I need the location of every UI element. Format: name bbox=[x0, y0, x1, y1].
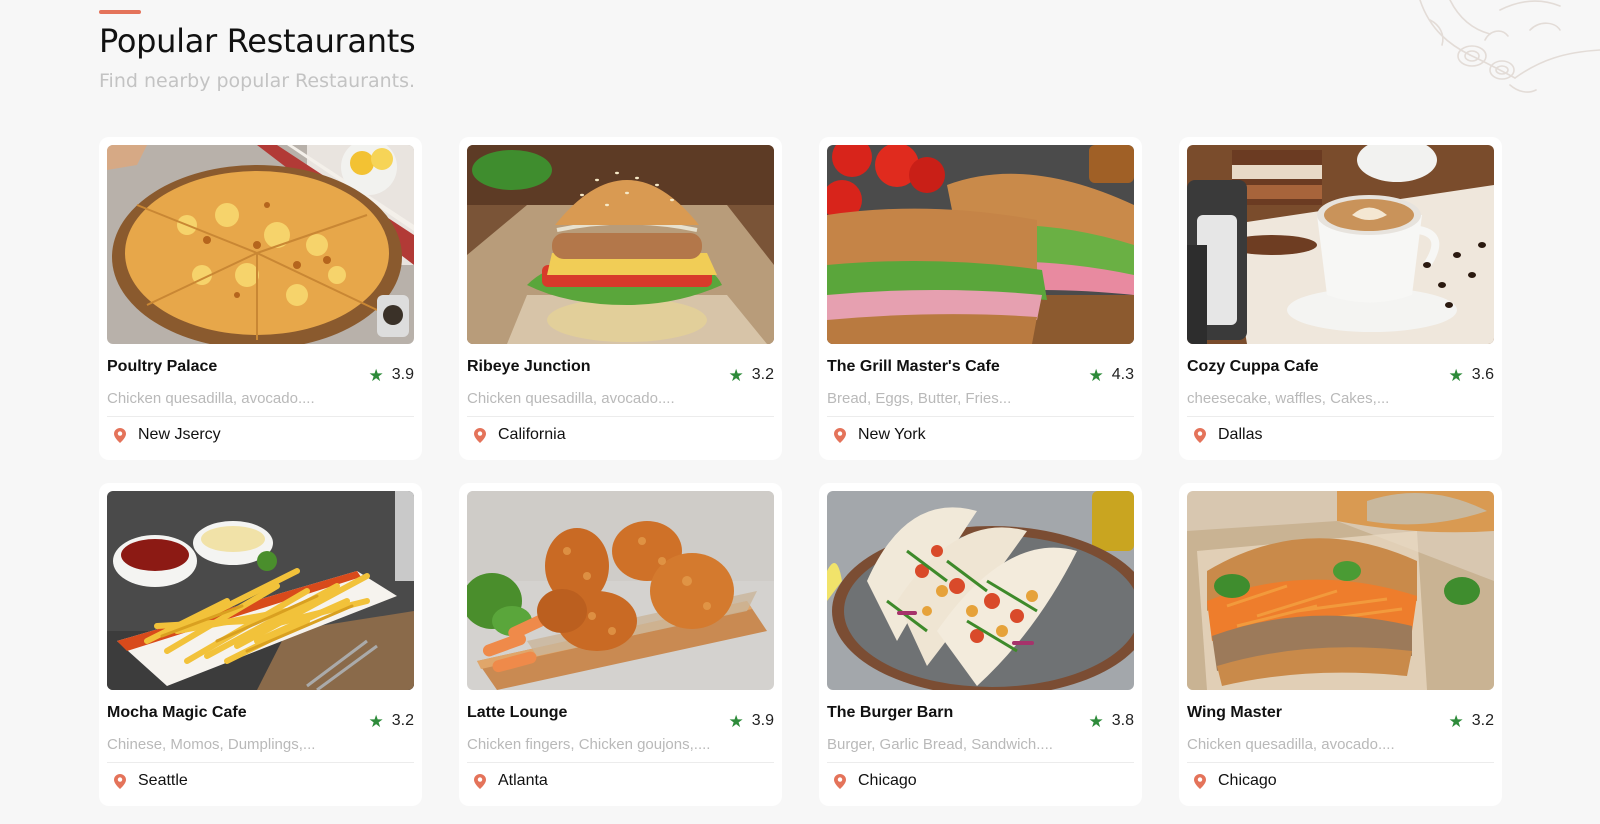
rating: ★ 3.2 bbox=[729, 366, 775, 384]
restaurant-card[interactable]: Ribeye Junction ★ 3.2 Chicken quesadilla… bbox=[459, 137, 782, 460]
location-pin-icon bbox=[474, 427, 486, 443]
cuisine-tags: Chicken quesadilla, avocado.... bbox=[107, 390, 315, 407]
page-subtitle: Find nearby popular Restaurants. bbox=[99, 70, 416, 92]
location: Atlanta bbox=[467, 772, 774, 790]
restaurant-name[interactable]: The Burger Barn bbox=[827, 704, 953, 722]
rating: ★ 3.8 bbox=[1089, 712, 1135, 730]
divider bbox=[1187, 762, 1494, 763]
restaurant-grid: Poultry Palace ★ 3.9 Chicken quesadilla,… bbox=[99, 137, 1502, 806]
star-icon: ★ bbox=[368, 365, 384, 385]
star-icon: ★ bbox=[1448, 365, 1464, 385]
rating-value: 3.2 bbox=[1471, 712, 1494, 729]
location-pin-icon bbox=[834, 773, 846, 789]
restaurant-name[interactable]: Wing Master bbox=[1187, 704, 1282, 722]
cuisine-tags: cheesecake, waffles, Cakes,... bbox=[1187, 390, 1390, 407]
rating-value: 3.9 bbox=[751, 712, 774, 729]
restaurant-image[interactable] bbox=[107, 145, 414, 344]
cuisine-tags: Chicken quesadilla, avocado.... bbox=[1187, 736, 1395, 753]
location-pin-icon bbox=[114, 427, 126, 443]
location-pin-icon bbox=[1194, 427, 1206, 443]
rating-value: 3.2 bbox=[391, 712, 414, 729]
rating: ★ 4.3 bbox=[1089, 366, 1135, 384]
location: Dallas bbox=[1187, 426, 1494, 444]
cuisine-tags: Bread, Eggs, Butter, Fries... bbox=[827, 390, 1012, 407]
city: Seattle bbox=[138, 772, 188, 789]
rating: ★ 3.9 bbox=[369, 366, 415, 384]
restaurant-card[interactable]: The Burger Barn ★ 3.8 Burger, Garlic Bre… bbox=[819, 483, 1142, 806]
restaurant-card[interactable]: Latte Lounge ★ 3.9 Chicken fingers, Chic… bbox=[459, 483, 782, 806]
restaurant-image[interactable] bbox=[827, 145, 1134, 344]
cuisine-tags: Chicken quesadilla, avocado.... bbox=[467, 390, 675, 407]
cuisine-tags: Chinese, Momos, Dumplings,... bbox=[107, 736, 316, 753]
city: Chicago bbox=[1218, 772, 1277, 789]
rating-value: 3.6 bbox=[1471, 366, 1494, 383]
restaurant-image[interactable] bbox=[467, 491, 774, 690]
rating: ★ 3.6 bbox=[1449, 366, 1495, 384]
restaurant-name[interactable]: Ribeye Junction bbox=[467, 358, 591, 376]
star-icon: ★ bbox=[728, 365, 744, 385]
divider bbox=[107, 762, 414, 763]
star-icon: ★ bbox=[1088, 711, 1104, 731]
title-accent-bar bbox=[99, 10, 141, 14]
rating: ★ 3.2 bbox=[369, 712, 415, 730]
star-icon: ★ bbox=[1088, 365, 1104, 385]
cuisine-tags: Chicken fingers, Chicken goujons,.... bbox=[467, 736, 711, 753]
divider bbox=[467, 416, 774, 417]
restaurant-name[interactable]: The Grill Master's Cafe bbox=[827, 358, 1000, 376]
rating-value: 4.3 bbox=[1111, 366, 1134, 383]
restaurant-card[interactable]: Poultry Palace ★ 3.9 Chicken quesadilla,… bbox=[99, 137, 422, 460]
restaurant-name[interactable]: Latte Lounge bbox=[467, 704, 567, 722]
location: New York bbox=[827, 426, 1134, 444]
rating-value: 3.8 bbox=[1111, 712, 1134, 729]
rating: ★ 3.9 bbox=[729, 712, 775, 730]
restaurant-image[interactable] bbox=[107, 491, 414, 690]
city: California bbox=[498, 426, 566, 443]
restaurant-name[interactable]: Cozy Cuppa Cafe bbox=[1187, 358, 1319, 376]
location: Chicago bbox=[1187, 772, 1494, 790]
star-icon: ★ bbox=[1448, 711, 1464, 731]
location-pin-icon bbox=[1194, 773, 1206, 789]
location: Seattle bbox=[107, 772, 414, 790]
location-pin-icon bbox=[474, 773, 486, 789]
divider bbox=[1187, 416, 1494, 417]
restaurant-image[interactable] bbox=[1187, 491, 1494, 690]
restaurant-image[interactable] bbox=[827, 491, 1134, 690]
star-icon: ★ bbox=[368, 711, 384, 731]
floral-decoration-icon bbox=[1419, 0, 1600, 93]
restaurant-card[interactable]: Wing Master ★ 3.2 Chicken quesadilla, av… bbox=[1179, 483, 1502, 806]
rating-value: 3.2 bbox=[751, 366, 774, 383]
restaurant-image[interactable] bbox=[467, 145, 774, 344]
location: Chicago bbox=[827, 772, 1134, 790]
location: California bbox=[467, 426, 774, 444]
restaurant-card[interactable]: The Grill Master's Cafe ★ 4.3 Bread, Egg… bbox=[819, 137, 1142, 460]
restaurant-card[interactable]: Cozy Cuppa Cafe ★ 3.6 cheesecake, waffle… bbox=[1179, 137, 1502, 460]
city: Chicago bbox=[858, 772, 917, 789]
location-pin-icon bbox=[834, 427, 846, 443]
restaurant-name[interactable]: Poultry Palace bbox=[107, 358, 217, 376]
cuisine-tags: Burger, Garlic Bread, Sandwich.... bbox=[827, 736, 1053, 753]
divider bbox=[827, 762, 1134, 763]
star-icon: ★ bbox=[728, 711, 744, 731]
divider bbox=[467, 762, 774, 763]
city: New York bbox=[858, 426, 926, 443]
restaurant-image[interactable] bbox=[1187, 145, 1494, 344]
location: New Jsercy bbox=[107, 426, 414, 444]
city: Dallas bbox=[1218, 426, 1263, 443]
restaurant-name[interactable]: Mocha Magic Cafe bbox=[107, 704, 247, 722]
page-title: Popular Restaurants bbox=[99, 22, 416, 60]
location-pin-icon bbox=[114, 773, 126, 789]
rating-value: 3.9 bbox=[391, 366, 414, 383]
restaurant-card[interactable]: Mocha Magic Cafe ★ 3.2 Chinese, Momos, D… bbox=[99, 483, 422, 806]
city: Atlanta bbox=[498, 772, 548, 789]
rating: ★ 3.2 bbox=[1449, 712, 1495, 730]
city: New Jsercy bbox=[138, 426, 221, 443]
divider bbox=[827, 416, 1134, 417]
divider bbox=[107, 416, 414, 417]
